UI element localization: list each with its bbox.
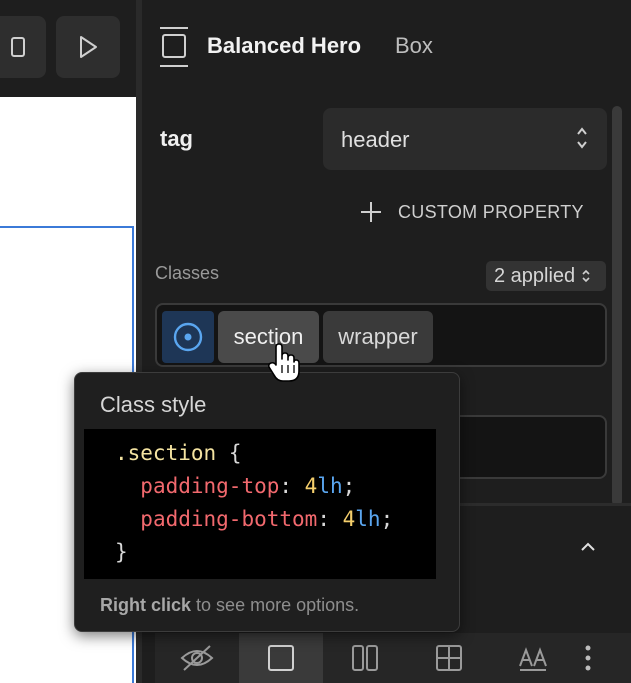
add-custom-property-button[interactable]: CUSTOM PROPERTY — [360, 201, 584, 223]
tooltip-title: Class style — [100, 392, 207, 417]
hint-text: to see more options. — [196, 595, 360, 615]
mobile-icon — [11, 37, 25, 57]
code-number: 4 — [342, 507, 356, 531]
plus-icon — [361, 202, 381, 222]
hand-cursor-icon — [267, 343, 300, 382]
display-inline-button[interactable] — [491, 633, 575, 683]
display-block-button[interactable] — [239, 633, 323, 683]
tag-value: header — [341, 127, 410, 152]
square-icon — [268, 645, 294, 671]
columns-icon — [352, 645, 378, 671]
element-title: Balanced Hero — [207, 33, 362, 58]
custom-property-label: CUSTOM PROPERTY — [398, 201, 584, 222]
applied-classes-dropdown[interactable]: 2 applied — [486, 261, 606, 291]
code-property: padding-top — [140, 474, 280, 498]
text-size-icon — [519, 647, 547, 671]
class-chip-wrapper[interactable]: wrapper — [323, 311, 433, 363]
display-none-button[interactable] — [155, 633, 239, 683]
code-unit: lh — [355, 507, 381, 531]
applied-count: 2 applied — [494, 264, 576, 287]
chevron-up-icon[interactable] — [578, 537, 598, 557]
preview-button[interactable] — [56, 16, 120, 78]
device-button[interactable] — [0, 16, 46, 78]
target-icon — [173, 322, 203, 352]
canvas-toolbar — [0, 0, 137, 97]
play-icon — [80, 36, 97, 58]
element-type: Box — [395, 33, 433, 58]
panel-scrollbar[interactable] — [612, 106, 622, 506]
class-style-tooltip: Class style .section { padding-top: 4lh;… — [74, 372, 460, 632]
tag-select[interactable]: header — [323, 108, 607, 170]
class-selector-input[interactable]: section wrapper — [155, 303, 607, 367]
class-style-code: .section { padding-top: 4lh; padding-bot… — [84, 429, 436, 579]
classes-label: Classes — [155, 263, 220, 283]
more-icon — [585, 645, 591, 671]
code-close-brace: } — [115, 540, 128, 564]
display-flex-button[interactable] — [323, 633, 407, 683]
select-arrows-icon — [577, 127, 587, 149]
tag-label: tag — [160, 126, 193, 151]
display-mode-bar — [155, 633, 631, 683]
tooltip-hint: Right click to see more options. — [100, 595, 359, 616]
box-icon — [160, 27, 188, 67]
more-display-options-button[interactable] — [575, 633, 601, 683]
code-unit: lh — [317, 474, 343, 498]
local-style-button[interactable] — [162, 311, 214, 363]
grid-icon — [436, 645, 462, 671]
eye-off-icon — [180, 645, 214, 671]
select-arrows-icon — [582, 269, 590, 283]
code-number: 4 — [304, 474, 318, 498]
code-property: padding-bottom — [140, 507, 318, 531]
code-selector: .section — [115, 441, 217, 465]
code-open-brace: { — [228, 441, 242, 465]
display-grid-button[interactable] — [407, 633, 491, 683]
hint-bold: Right click — [100, 595, 192, 615]
